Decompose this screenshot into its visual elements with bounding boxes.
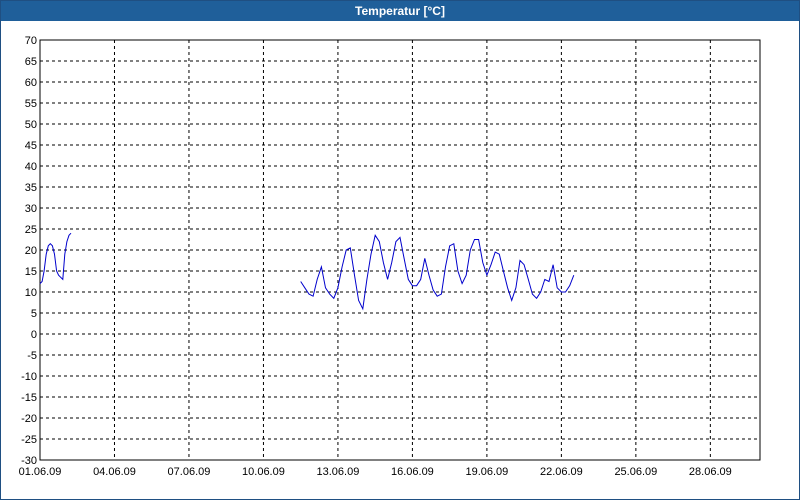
x-tick-label: 22.06.09 [540,466,583,478]
x-tick-label: 25.06.09 [614,466,657,478]
y-tick-label: 5 [31,308,37,320]
y-tick-label: 50 [25,119,37,131]
y-tick-label: 35 [25,182,37,194]
y-tick-label: 55 [25,98,37,110]
y-tick-label: 0 [31,329,37,341]
y-tick-label: 20 [25,245,37,257]
x-tick-label: 16.06.09 [391,466,434,478]
x-tick-label: 19.06.09 [465,466,508,478]
y-tick-label: -25 [21,434,37,446]
y-tick-label: 65 [25,56,37,68]
y-tick-label: 30 [25,203,37,215]
y-tick-label: -10 [21,371,37,383]
x-tick-label: 28.06.09 [689,466,732,478]
y-tick-label: -15 [21,392,37,404]
y-tick-label: 15 [25,266,37,278]
y-tick-label: 70 [25,35,37,47]
x-tick-label: 13.06.09 [317,466,360,478]
x-tick-label: 04.06.09 [93,466,136,478]
y-tick-label: 10 [25,287,37,299]
y-tick-label: -20 [21,413,37,425]
x-tick-labels: 01.06.09 04.06.09 07.06.09 10.06.09 13.06.09… [19,466,732,478]
x-tick-label: 07.06.09 [168,466,211,478]
y-tick-label: 40 [25,161,37,173]
temperature-line-chart: 7065605550454035302520151050-5-10-15-20-… [19,35,761,478]
y-tick-label: 45 [25,140,37,152]
y-tick-label: 60 [25,77,37,89]
y-tick-label: -5 [27,350,37,362]
x-tick-label: 10.06.09 [242,466,285,478]
x-tick-label: 01.06.09 [19,466,62,478]
y-tick-label: 25 [25,224,37,236]
y-tick-labels: 7065605550454035302520151050-5-10-15-20-… [21,35,37,467]
